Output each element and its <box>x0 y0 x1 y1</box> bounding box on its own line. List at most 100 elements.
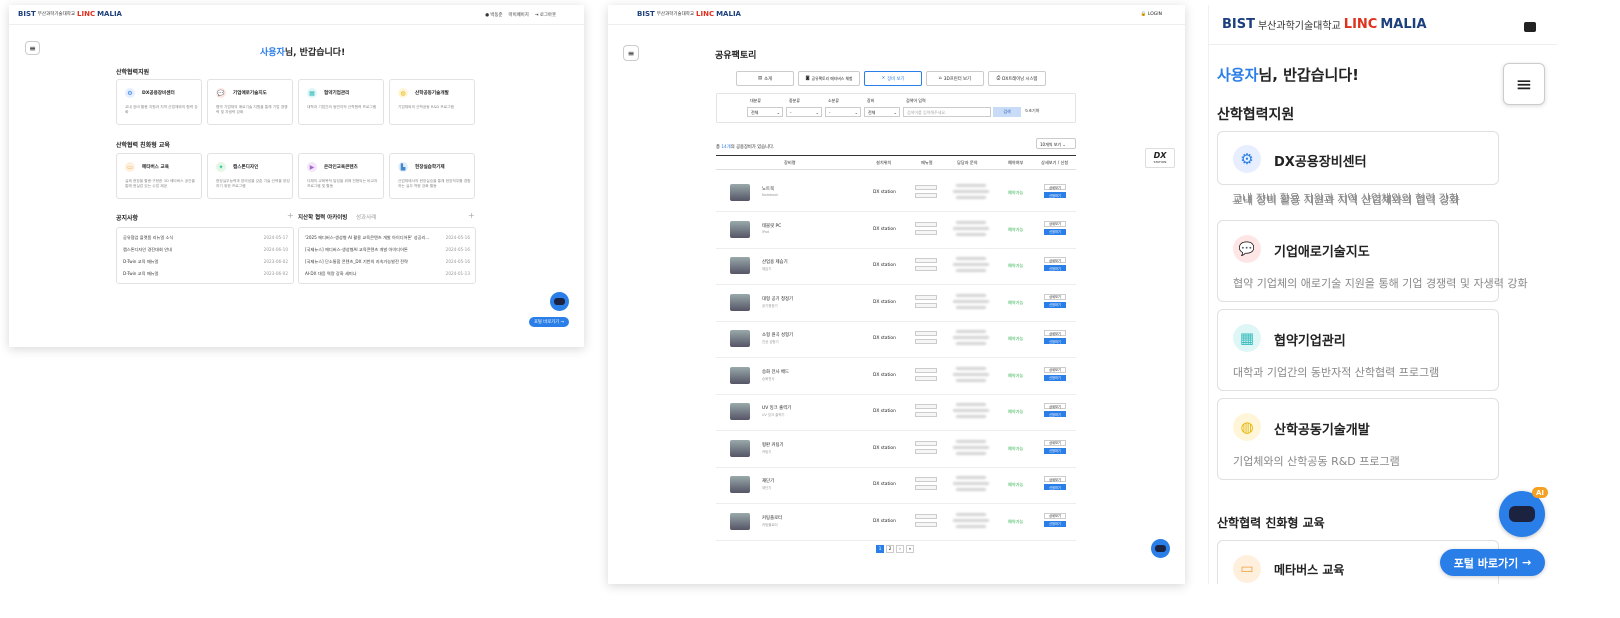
equipment-name[interactable]: 평판 커팅기 <box>762 442 784 448</box>
user-name-link[interactable]: ● 박동준 <box>485 12 502 18</box>
manual-button[interactable] <box>915 258 937 263</box>
manual-button-2[interactable] <box>915 339 937 344</box>
chatbot-robot-icon[interactable] <box>1151 539 1170 558</box>
manual-button-2[interactable] <box>915 193 937 198</box>
lock-icon[interactable] <box>1524 22 1536 32</box>
manual-button-2[interactable] <box>915 229 937 235</box>
equipment-name[interactable]: 승화 전사 배드 <box>762 369 789 375</box>
apply-button[interactable]: 신청하기 <box>1044 484 1066 490</box>
portal-button[interactable]: 포털 바로가기 → <box>529 317 569 327</box>
apply-button[interactable]: 신청하기 <box>1044 374 1066 381</box>
education-card[interactable]: ▶ 온라인교육콘텐츠 다채의 교육목적 달성을 위해 전형되는 비교과 프로그램… <box>298 153 384 199</box>
archive-tab-results[interactable]: 성과사례 <box>356 213 376 221</box>
equipment-name[interactable]: 노트북 <box>762 186 774 192</box>
detail-button[interactable]: 상세보기 <box>1044 330 1066 336</box>
manual-button[interactable] <box>915 221 937 227</box>
manual-button[interactable] <box>915 185 937 190</box>
tab-intro[interactable]: ▤ 소개 <box>736 71 794 86</box>
search-input[interactable]: 검색어를 입력해주세요. <box>903 107 991 117</box>
support-card[interactable]: 💬 기업애로기술지도 협약 기업체의 애로기술 지원을 통해 기업 경쟁력 및 … <box>207 79 293 125</box>
category-select[interactable]: 전체 ⌄ <box>747 107 783 117</box>
manual-button[interactable] <box>915 513 937 519</box>
page-1[interactable]: 1 <box>876 545 884 553</box>
manual-button-2[interactable] <box>915 266 937 271</box>
support-card[interactable]: ▦ 협약기업관리 대학과 기업간의 동반자적 산학협력 프로그램 <box>298 79 384 125</box>
manual-button[interactable] <box>915 477 937 482</box>
reset-button[interactable]: ↻초기화 <box>1025 108 1039 114</box>
equipment-select[interactable]: 전체 ⌄ <box>864 107 900 117</box>
notice-row[interactable]: D-Twin 교육 매뉴얼 2023-06-02 <box>123 271 288 277</box>
archive-row[interactable]: [국제뉴스] 에디버스-생성형AI 교육콘텐츠 개발 아이디어톤 2024-05-… <box>305 247 470 253</box>
equipment-name[interactable]: 대형 공기 청정기 <box>762 296 793 302</box>
apply-button[interactable]: 신청하기 <box>1044 192 1066 198</box>
detail-button[interactable]: 상세보기 <box>1044 512 1066 519</box>
mypage-link[interactable]: 마이페이지 <box>509 12 529 18</box>
apply-button[interactable]: 신청하기 <box>1044 411 1066 417</box>
search-button[interactable]: 검색 <box>993 107 1021 117</box>
logout-link[interactable]: ⇥ 로그아웃 <box>535 12 556 18</box>
page-2[interactable]: 2 <box>886 545 894 553</box>
manual-button[interactable] <box>915 440 937 446</box>
tab-dx-training[interactable]: ⎙ DX트레이닝 시스템 <box>988 71 1046 86</box>
manual-button-2[interactable] <box>915 448 937 454</box>
dx-station-badge[interactable]: DX STATION <box>1145 148 1175 168</box>
site-logo[interactable]: BIST 부산과학기술대학교 LINC MALIA <box>18 10 122 18</box>
manual-button-2[interactable] <box>915 485 937 490</box>
manual-button-2[interactable] <box>915 521 937 527</box>
login-link[interactable]: 🔒 LOGIN <box>1141 12 1162 17</box>
apply-button[interactable]: 신청하기 <box>1044 301 1066 308</box>
support-card[interactable]: ⚙ DX공용장비센터 교내 장비 활용 지원과 지역 산업체와의 협력 강화 <box>116 79 202 125</box>
apply-button[interactable]: 신청하기 <box>1044 265 1066 271</box>
subcategory-select[interactable]: - ⌄ <box>786 107 822 117</box>
tab-equipment[interactable]: ✕ 장비 보기 <box>864 71 922 86</box>
notice-row[interactable]: D-Twin 교육 매뉴얼 2023-06-02 <box>123 259 288 265</box>
detail-button[interactable]: 상세보기 <box>1044 184 1066 190</box>
tab-3dprinter[interactable]: ⌂ 3D프린터 보기 <box>926 71 984 86</box>
support-card[interactable]: ⚙ DX공용장비센터 교내 장비 활용 지원과 지역 산업체와의 협력 강화 <box>1217 131 1499 207</box>
detail-button[interactable]: 상세보기 <box>1044 366 1066 373</box>
apply-button[interactable]: 신청하기 <box>1044 338 1066 344</box>
menu-button[interactable]: ≡ <box>623 45 639 61</box>
equipment-name[interactable]: 태블릿 PC <box>762 223 781 229</box>
archive-more-icon[interactable]: + <box>468 211 475 220</box>
archive-row[interactable]: '2025 에디버스-생성형 AI 활용 교육콘텐츠 개발 아이디어톤' 성공리… <box>305 235 470 241</box>
manual-button-2[interactable] <box>915 302 937 308</box>
manual-button[interactable] <box>915 294 937 300</box>
detail-button[interactable]: 상세보기 <box>1044 439 1066 446</box>
education-card[interactable]: ✦ 캡스톤디자인 현장실무능력과 창의성을 갖춘 기술 인력을 양성하기 위한 … <box>207 153 293 199</box>
detail-button[interactable]: 상세보기 <box>1044 257 1066 263</box>
equipment-name[interactable]: UV 잉크 출력기 <box>762 405 791 411</box>
chatbot-robot-icon[interactable] <box>550 292 569 311</box>
menu-button[interactable]: ≡ <box>1503 63 1545 105</box>
notice-more-icon[interactable]: + <box>287 211 294 220</box>
equipment-name[interactable]: 소형 원곡 성형기 <box>762 332 793 338</box>
detail-button[interactable]: 상세보기 <box>1044 476 1066 482</box>
notice-row[interactable]: 캡스톤디자인 경진대회 안내 2024-06-10 <box>123 247 288 253</box>
detail-button[interactable]: 상세보기 <box>1044 403 1066 409</box>
manual-button[interactable] <box>915 404 937 409</box>
tab-metaverse[interactable]: ◙ 공유팩토리 메타버스 체험 <box>798 71 860 86</box>
archive-row[interactable]: AI·DX 대응 역량 강화 세미나 2024-01-13 <box>305 271 470 277</box>
per-page-select[interactable]: 10개씩 보기 ⌄ <box>1036 138 1076 149</box>
equipment-name[interactable]: 산업용 제습기 <box>762 259 788 265</box>
detail-button[interactable]: 상세보기 <box>1044 220 1066 227</box>
manual-button-2[interactable] <box>915 412 937 417</box>
support-card[interactable]: 💬 기업애로기술지도 협약 기업체의 애로기술 지원을 통해 기업 경쟁력 및 … <box>1217 220 1528 302</box>
manual-button[interactable] <box>915 331 937 336</box>
page-next[interactable]: › <box>896 545 904 553</box>
manual-button-2[interactable] <box>915 375 937 381</box>
site-logo[interactable]: BIST 부산과학기술대학교 LINC MALIA <box>637 10 741 18</box>
support-card[interactable]: ◍ 산학공동기술개발 기업체와의 산학공동 R&D 프로그램 <box>1217 398 1499 480</box>
detail-button[interactable]: 상세보기 <box>1044 293 1066 300</box>
archive-row[interactable]: [국제뉴스] 단소통합 콘텐츠_DX 기반의 지속가능발전 전략 2024-05-… <box>305 259 470 265</box>
education-card[interactable]: ▭ 메타버스 교육 실제 현장을 활용·구현한 3D 메타버스 공간을 통해 현… <box>116 153 202 199</box>
equipment-name[interactable]: 재단기 <box>762 478 774 484</box>
equipment-name[interactable]: 커팅플로터 <box>762 515 782 521</box>
page-last[interactable]: » <box>906 545 914 553</box>
minor-category-select[interactable]: - ⌄ <box>825 107 861 117</box>
manual-button[interactable] <box>915 367 937 373</box>
support-card[interactable]: ◍ 산학공동기술개발 기업체와의 산학공동 R&D 프로그램 <box>389 79 475 125</box>
apply-button[interactable]: 신청하기 <box>1044 447 1066 454</box>
apply-button[interactable]: 신청하기 <box>1044 228 1066 235</box>
education-card[interactable]: ▙ 현장실습학기제 산업체에서의 현장실습을 통해 현장적무를 경험하는 실무 … <box>389 153 475 199</box>
